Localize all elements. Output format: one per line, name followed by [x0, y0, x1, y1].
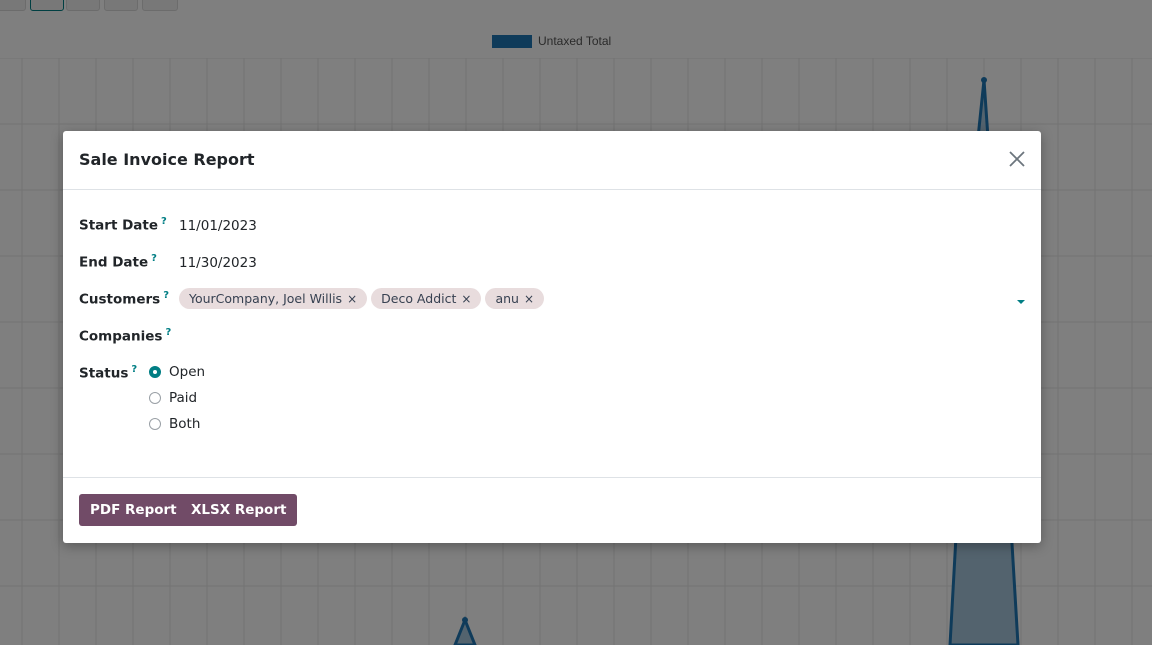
- companies-label: Companies?: [79, 327, 172, 345]
- end-date-label: End Date?: [79, 253, 157, 271]
- radio-button[interactable]: [149, 418, 161, 430]
- radio-label: Open: [169, 364, 206, 380]
- end-date-field[interactable]: 11/30/2023: [179, 255, 257, 271]
- pdf-report-button[interactable]: PDF Report: [79, 494, 188, 526]
- help-icon[interactable]: ?: [165, 327, 171, 338]
- help-icon[interactable]: ?: [161, 216, 167, 227]
- sale-invoice-report-dialog: Sale Invoice Report Start Date? 11/01/20…: [63, 131, 1041, 543]
- start-date-row: Start Date? 11/01/2023: [79, 216, 257, 234]
- radio-button[interactable]: [149, 392, 161, 404]
- help-icon[interactable]: ?: [151, 253, 157, 264]
- customers-label: Customers?: [79, 290, 170, 308]
- radio-label: Paid: [169, 390, 198, 406]
- close-icon: [1009, 151, 1025, 167]
- companies-row: Companies?: [79, 327, 179, 345]
- remove-tag-icon[interactable]: ×: [524, 292, 534, 306]
- dialog-body: Start Date? 11/01/2023 End Date? 11/30/2…: [63, 190, 1041, 478]
- help-icon[interactable]: ?: [131, 364, 137, 375]
- status-option-paid[interactable]: Paid: [149, 390, 197, 406]
- dialog-footer: PDF Report XLSX Report: [63, 478, 1041, 544]
- radio-label: Both: [169, 416, 201, 432]
- start-date-label: Start Date?: [79, 216, 167, 234]
- help-icon[interactable]: ?: [163, 290, 169, 301]
- tag-label: anu: [495, 291, 519, 306]
- chevron-down-icon[interactable]: [1017, 300, 1025, 304]
- customers-many2many-field[interactable]: YourCompany, Joel Willis × Deco Addict × a…: [179, 288, 545, 309]
- status-option-both[interactable]: Both: [149, 416, 200, 432]
- tag-label: Deco Addict: [381, 291, 457, 306]
- end-date-row: End Date? 11/30/2023: [79, 253, 257, 271]
- customer-tag[interactable]: YourCompany, Joel Willis ×: [179, 288, 368, 309]
- tag-label: YourCompany, Joel Willis: [189, 291, 343, 306]
- status-option-open[interactable]: Open: [149, 364, 205, 380]
- close-button[interactable]: [1007, 149, 1027, 169]
- dialog-title: Sale Invoice Report: [79, 150, 255, 169]
- customer-tag[interactable]: anu ×: [485, 288, 545, 309]
- customers-row: Customers?: [79, 290, 179, 308]
- radio-button[interactable]: [149, 366, 161, 378]
- dialog-header: Sale Invoice Report: [63, 131, 1041, 190]
- remove-tag-icon[interactable]: ×: [461, 292, 471, 306]
- xlsx-report-button[interactable]: XLSX Report: [180, 494, 298, 526]
- customer-tag[interactable]: Deco Addict ×: [371, 288, 482, 309]
- remove-tag-icon[interactable]: ×: [347, 292, 357, 306]
- start-date-field[interactable]: 11/01/2023: [179, 218, 257, 234]
